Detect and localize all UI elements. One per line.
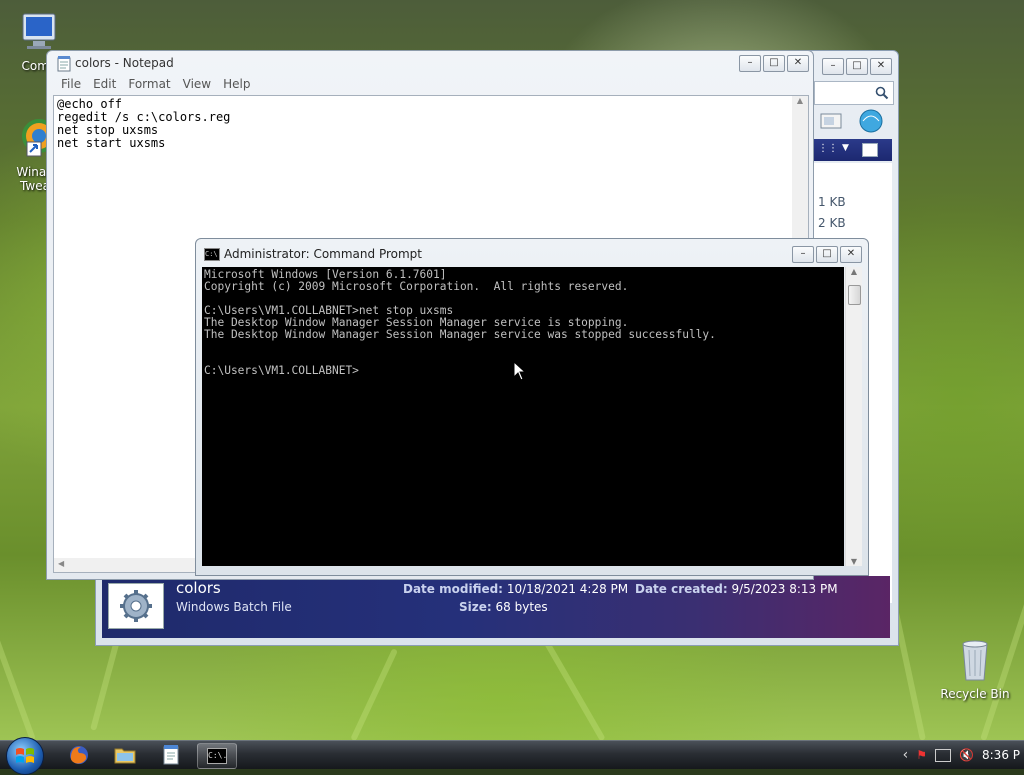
desktop-icon-recycle-bin[interactable]: Recycle Bin: [940, 636, 1010, 701]
cmd-title: Administrator: Command Prompt: [224, 247, 422, 261]
explorer-details-pane: colors Windows Batch File Date modified:…: [102, 576, 890, 638]
notepad-menubar: File Edit Format View Help: [55, 75, 256, 93]
menu-view[interactable]: View: [177, 75, 217, 93]
maximize-button[interactable]: □: [763, 55, 785, 72]
mouse-cursor-icon: [513, 361, 527, 381]
taskbar: C:\. ‹ ⚑ 🔇 8:36 P: [0, 737, 1024, 775]
date-modified-label: Date modified:: [403, 582, 503, 596]
notepad-title: colors - Notepad: [75, 56, 174, 70]
notepad-icon: [163, 745, 179, 765]
recycle-bin-icon: [962, 640, 988, 681]
notepad-content[interactable]: @echo off regedit /s c:\colors.reg net s…: [57, 98, 230, 150]
show-hidden-icons-chevron-icon[interactable]: ‹: [903, 747, 909, 763]
explorer-window-controls: – □ ✕: [822, 58, 892, 75]
network-icon[interactable]: [935, 748, 952, 762]
grass-decoration: [0, 438, 36, 740]
menu-file[interactable]: File: [55, 75, 87, 93]
maximize-button[interactable]: □: [846, 58, 868, 75]
selected-file-name: colors: [176, 579, 221, 597]
firefox-icon: [70, 746, 88, 764]
preview-pane-icon[interactable]: [820, 113, 842, 129]
date-created-value: 9/5/2023 8:13 PM: [731, 582, 838, 596]
taskbar-command-prompt[interactable]: C:\.: [197, 743, 237, 769]
batch-file-gear-icon: [120, 590, 152, 622]
scroll-down-icon[interactable]: ▼: [846, 557, 862, 566]
file-size-cell: 1 KB: [818, 195, 846, 209]
windows-logo-icon: [16, 748, 34, 763]
scroll-up-icon[interactable]: ▲: [792, 96, 808, 105]
scroll-up-icon[interactable]: ▲: [846, 267, 862, 276]
close-button[interactable]: ✕: [840, 246, 862, 263]
minimize-button[interactable]: –: [739, 55, 761, 72]
clock[interactable]: 8:36 P: [982, 748, 1020, 762]
console-output-area[interactable]: Microsoft Windows [Version 6.1.7601] Cop…: [202, 267, 844, 566]
selected-file-type: Windows Batch File: [176, 600, 292, 614]
cmd-icon: C:\.: [204, 248, 220, 261]
search-box[interactable]: [814, 81, 894, 105]
notepad-icon: [57, 56, 71, 72]
notepad-window-controls: – □ ✕: [739, 55, 809, 72]
volume-muted-icon[interactable]: 🔇: [959, 748, 974, 762]
preview-toggle-icon[interactable]: [862, 143, 878, 157]
grass-decoration: [540, 634, 606, 740]
vertical-scrollbar[interactable]: ▲ ▼: [845, 267, 862, 566]
explorer-view-bar: ⋮⋮ ▼: [814, 139, 892, 161]
command-prompt-window: C:\. Administrator: Command Prompt – □ ✕…: [195, 238, 869, 576]
taskbar-explorer[interactable]: [106, 743, 144, 767]
size-label: Size:: [459, 600, 492, 614]
size-value: 68 bytes: [495, 600, 548, 614]
taskbar-notepad[interactable]: [152, 743, 190, 767]
cmd-taskbar-icon: C:\.: [207, 748, 227, 764]
menu-edit[interactable]: Edit: [87, 75, 122, 93]
maximize-button[interactable]: □: [816, 246, 838, 263]
system-tray: ‹ ⚑ 🔇 8:36 P: [903, 741, 1024, 769]
cmd-window-controls: – □ ✕: [792, 246, 862, 263]
desktop-icon-label: Recycle Bin: [940, 687, 1010, 701]
minimize-button[interactable]: –: [792, 246, 814, 263]
explorer-toolbar: [814, 109, 892, 135]
menu-format[interactable]: Format: [122, 75, 176, 93]
chevron-down-icon[interactable]: ▼: [842, 143, 849, 153]
close-button[interactable]: ✕: [787, 55, 809, 72]
taskbar-firefox[interactable]: [60, 743, 98, 767]
folder-icon: [114, 748, 136, 764]
close-button[interactable]: ✕: [870, 58, 892, 75]
views-icon[interactable]: ⋮⋮: [818, 143, 838, 154]
action-center-flag-icon[interactable]: ⚑: [916, 748, 927, 762]
computer-icon: [22, 13, 56, 49]
console-text: Microsoft Windows [Version 6.1.7601] Cop…: [204, 268, 716, 377]
grass-decoration: [350, 648, 398, 740]
start-button[interactable]: [6, 737, 44, 775]
scrollbar-thumb[interactable]: [848, 285, 861, 305]
scroll-left-icon[interactable]: ◀: [58, 559, 64, 568]
help-shell-icon[interactable]: [858, 109, 884, 133]
menu-help[interactable]: Help: [217, 75, 256, 93]
date-created-label: Date created:: [635, 582, 728, 596]
search-icon: [875, 86, 889, 100]
file-thumbnail: [108, 583, 164, 629]
date-modified-value: 10/18/2021 4:28 PM: [506, 582, 629, 596]
file-size-cell: 2 KB: [818, 216, 846, 230]
minimize-button[interactable]: –: [822, 58, 844, 75]
